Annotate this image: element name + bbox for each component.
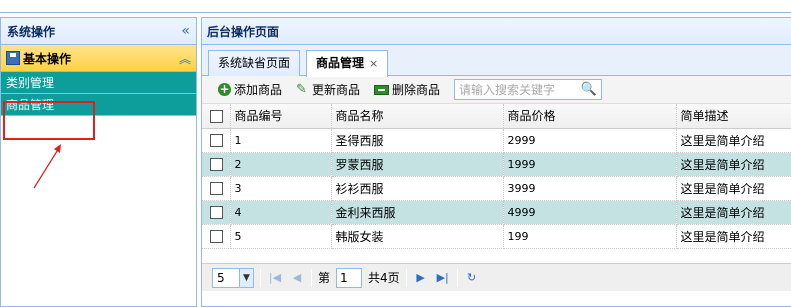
tab-label: 系统缺省页面 <box>218 56 291 70</box>
tab-default-page[interactable]: 系统缺省页面 <box>208 50 301 76</box>
cell-desc: 这里是简单介绍 <box>676 224 791 249</box>
minus-icon <box>374 84 390 95</box>
row-checkbox[interactable] <box>210 158 223 171</box>
cell-desc: 这里是简单介绍 <box>676 200 791 225</box>
center-panel-title: 后台操作页面 <box>202 18 791 45</box>
cell-price: 199 <box>503 224 677 249</box>
next-page-icon[interactable]: ▶ <box>413 271 429 284</box>
table-row[interactable]: 1 圣得西服 2999 这里是简单介绍 <box>202 128 791 153</box>
cell-desc: 这里是简单介绍 <box>676 152 791 177</box>
cell-desc: 这里是简单介绍 <box>676 128 791 153</box>
nav-item-category[interactable]: 类别管理 <box>1 72 196 94</box>
cell-id: 4 <box>230 200 332 225</box>
prev-page-icon[interactable]: ◀ <box>289 271 305 284</box>
cell-desc: 这里是简单介绍 <box>676 176 791 201</box>
row-checkbox[interactable] <box>210 134 223 147</box>
cell-price: 3999 <box>503 176 677 201</box>
select-all-checkbox[interactable] <box>210 109 223 123</box>
column-header-price[interactable]: 商品价格 <box>503 104 677 129</box>
cell-name: 金利来西服 <box>331 200 504 225</box>
pagination-bar: 5 ▼ |◀ ◀ 第 1 共4页 ▶ ▶| ↻ <box>202 263 791 291</box>
cell-price: 4999 <box>503 200 677 225</box>
tab-label: 商品管理 <box>316 56 365 70</box>
accordion-header[interactable]: 基本操作 ︽ <box>1 45 196 72</box>
cell-price: 2999 <box>503 128 677 153</box>
table-row[interactable]: 5 韩版女装 199 这里是简单介绍 <box>202 224 791 249</box>
update-product-label: 更新商品 <box>312 83 361 97</box>
close-icon[interactable]: × <box>369 57 378 70</box>
row-checkbox[interactable] <box>210 182 223 195</box>
collapse-icon[interactable]: « <box>181 23 190 39</box>
page-prefix-label: 第 <box>318 271 331 285</box>
column-header-name[interactable]: 商品名称 <box>331 104 504 129</box>
cell-id: 3 <box>230 176 332 201</box>
column-header-desc[interactable]: 简单描述 <box>676 104 791 129</box>
west-panel-title: 系统操作 <box>7 24 56 39</box>
center-panel: 后台操作页面 系统缺省页面 商品管理 × + 添加商品 ✎ 更新商品 删除商品 🔍 <box>201 17 791 307</box>
tab-product-management[interactable]: 商品管理 × <box>306 50 389 77</box>
row-select-cell <box>202 224 231 249</box>
row-select-cell <box>202 128 231 153</box>
add-product-label: 添加商品 <box>234 83 283 97</box>
chevron-up-icon[interactable]: ︽ <box>179 50 191 67</box>
cell-name: 罗蒙西服 <box>331 152 504 177</box>
table-row[interactable]: 2 罗蒙西服 1999 这里是简单介绍 <box>202 152 791 177</box>
page-size-value: 5 <box>217 270 225 285</box>
search-icon[interactable]: 🔍 <box>581 82 597 97</box>
west-panel-header: 系统操作 « <box>1 18 196 45</box>
pager-separator <box>311 268 312 287</box>
cell-id: 2 <box>230 152 332 177</box>
add-product-button[interactable]: + 添加商品 <box>212 79 288 101</box>
delete-product-label: 删除商品 <box>392 83 441 97</box>
floppy-disk-icon <box>6 51 20 65</box>
cell-name: 圣得西服 <box>331 128 504 153</box>
page-size-select[interactable]: 5 ▼ <box>212 267 254 288</box>
page-total-label: 共4页 <box>368 271 400 285</box>
pager-separator <box>405 268 407 287</box>
accordion-title: 基本操作 <box>23 51 72 66</box>
column-header-id[interactable]: 商品编号 <box>230 104 332 129</box>
row-checkbox[interactable] <box>210 230 223 243</box>
delete-product-button[interactable]: 删除商品 <box>368 79 446 101</box>
row-select-cell <box>202 152 231 177</box>
search-input[interactable] <box>459 82 580 97</box>
grid-header-row: 商品编号 商品名称 商品价格 简单描述 <box>202 104 791 129</box>
cell-id: 5 <box>230 224 332 249</box>
first-page-icon[interactable]: |◀ <box>267 271 283 284</box>
chevron-down-icon[interactable]: ▼ <box>239 268 253 287</box>
table-row[interactable]: 3 衫衫西服 3999 这里是简单介绍 <box>202 176 791 201</box>
pencil-icon: ✎ <box>296 82 307 97</box>
annotation-highlight-box <box>3 101 95 140</box>
update-product-button[interactable]: ✎ 更新商品 <box>290 79 366 101</box>
row-select-cell <box>202 176 231 201</box>
row-checkbox[interactable] <box>210 206 223 219</box>
cell-name: 韩版女装 <box>331 224 504 249</box>
top-bar <box>0 0 791 13</box>
last-page-icon[interactable]: ▶| <box>435 271 451 284</box>
pager-separator <box>456 268 458 287</box>
cell-price: 1999 <box>503 152 677 177</box>
refresh-icon[interactable]: ↻ <box>464 271 480 284</box>
toolbar: + 添加商品 ✎ 更新商品 删除商品 🔍 <box>202 76 791 104</box>
table-row[interactable]: 4 金利来西服 4999 这里是简单介绍 <box>202 200 791 225</box>
row-select-cell <box>202 200 231 225</box>
plus-icon: + <box>218 82 231 96</box>
annotation-arrow <box>33 144 61 189</box>
product-grid: 商品编号 商品名称 商品价格 简单描述 1 圣得西服 2999 这里是简单介绍 … <box>202 104 791 249</box>
cell-id: 1 <box>230 128 332 153</box>
search-box: 🔍 <box>454 79 603 100</box>
pager-separator <box>260 268 261 287</box>
cell-name: 衫衫西服 <box>331 176 504 201</box>
page-number-input[interactable]: 1 <box>336 267 363 288</box>
tabs-bar: 系统缺省页面 商品管理 × <box>202 45 791 77</box>
select-all-cell <box>202 104 231 129</box>
